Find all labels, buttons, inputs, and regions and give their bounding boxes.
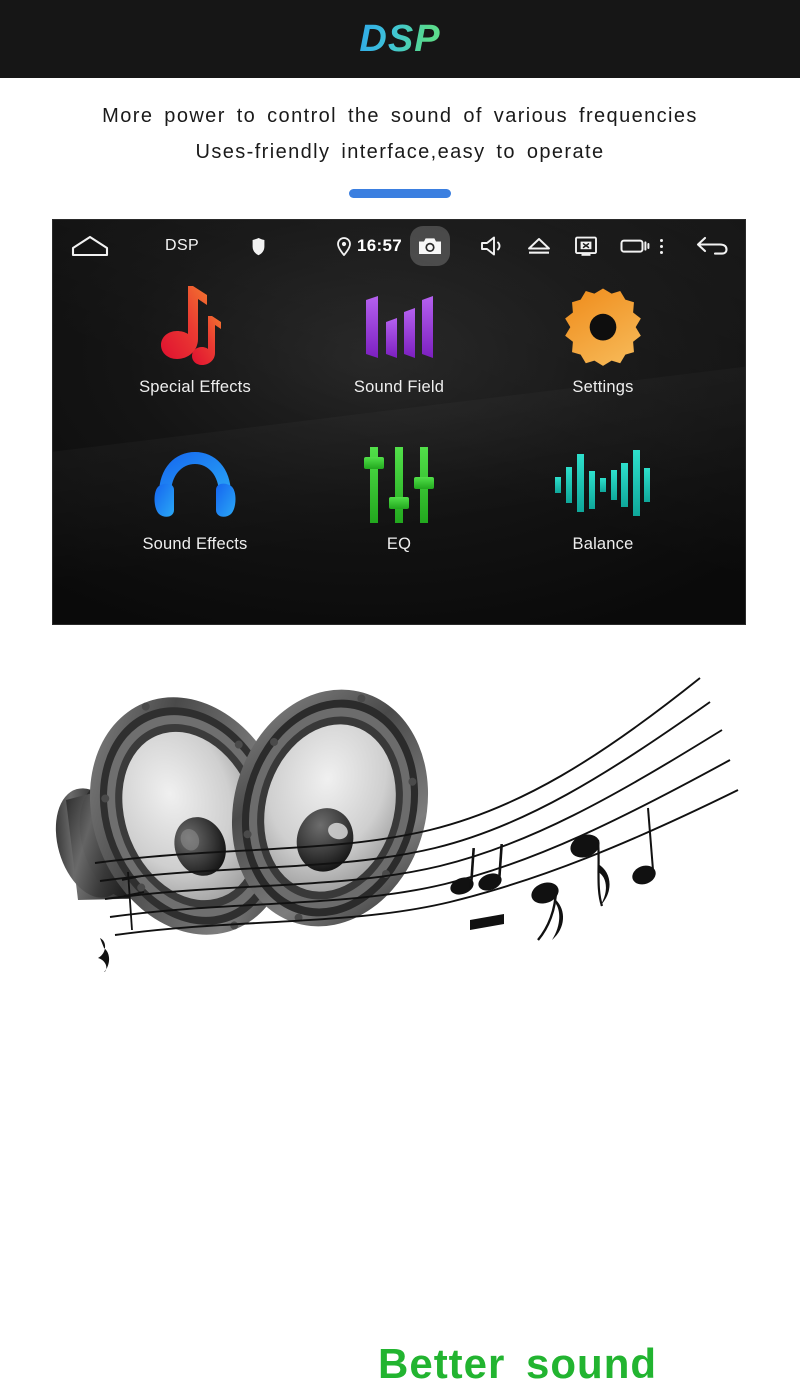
status-bar-app-name: DSP	[165, 237, 200, 254]
app-label: Sound Field	[353, 378, 445, 396]
app-tile-eq[interactable]: EQ	[297, 439, 501, 596]
app-label: Balance	[572, 535, 634, 553]
status-bar-right-group: 16:57	[337, 226, 729, 266]
waveform-icon	[553, 439, 653, 531]
app-tile-balance[interactable]: Balance	[501, 439, 705, 596]
camera-button[interactable]	[410, 226, 450, 266]
tagline-block: More power to control the sound of vario…	[0, 78, 800, 198]
app-tile-sound-field[interactable]: Sound Field	[297, 282, 501, 439]
gear-icon	[560, 282, 646, 374]
app-label: EQ	[386, 535, 412, 553]
location-pin-icon	[337, 236, 351, 256]
app-tile-special-effects[interactable]: Special Effects	[93, 282, 297, 439]
home-icon[interactable]	[71, 235, 109, 257]
tagline-line-1: More power to control the sound of vario…	[102, 105, 698, 127]
hero-section: Better sound	[0, 648, 800, 1387]
page-title: DSP	[359, 17, 441, 60]
app-label: Sound Effects	[142, 535, 248, 553]
status-bar-clock: 16:57	[357, 236, 402, 255]
hero-title: Better sound	[378, 1340, 658, 1387]
back-arrow-icon[interactable]	[695, 235, 729, 257]
equalizer-sliders-icon	[360, 439, 438, 531]
device-screen-panel: DSP 16:57 Special Effects Sound Field Se…	[52, 219, 746, 625]
shield-icon	[251, 237, 266, 256]
app-tile-sound-effects[interactable]: Sound Effects	[93, 439, 297, 596]
recent-apps-icon[interactable]	[620, 236, 650, 256]
app-tile-settings[interactable]: Settings	[501, 282, 705, 439]
music-note-icon	[150, 282, 240, 374]
screen-off-icon[interactable]	[574, 235, 598, 257]
eject-icon[interactable]	[526, 236, 552, 256]
android-status-bar: DSP 16:57	[53, 220, 745, 272]
sound-field-bars-icon	[359, 282, 439, 374]
header-banner: DSP	[0, 0, 800, 78]
volume-speaker-icon[interactable]	[480, 235, 504, 257]
dsp-app-grid: Special Effects Sound Field Settings Sou…	[53, 272, 745, 612]
accent-divider-bar	[349, 189, 451, 198]
overflow-menu-icon[interactable]	[650, 238, 673, 254]
camera-icon	[418, 236, 442, 256]
tagline-line-2: Uses-friendly interface,easy to operate	[195, 141, 605, 163]
app-label: Special Effects	[139, 378, 251, 396]
hero-artwork	[55, 677, 739, 972]
app-label: Settings	[572, 378, 634, 396]
headphones-icon	[153, 439, 237, 531]
